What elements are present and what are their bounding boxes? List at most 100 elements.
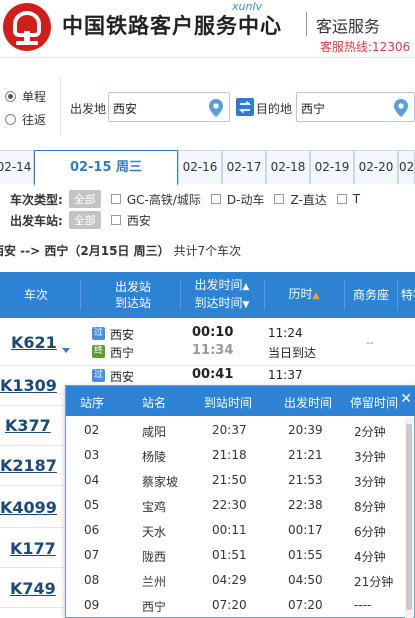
from-label: 出发地 bbox=[70, 102, 107, 116]
passing-station-icon: 过 bbox=[92, 369, 105, 382]
train-number-link[interactable]: K177 bbox=[10, 539, 56, 558]
divider bbox=[60, 78, 61, 136]
route-summary: 西安 --> 西宁（2月15日 周三） bbox=[0, 244, 170, 258]
stop-list-scrollbar[interactable] bbox=[405, 418, 413, 618]
stop-arrive-time: 22:30 bbox=[212, 498, 247, 512]
date-tab-0215-active[interactable]: 02-15 周三 bbox=[34, 150, 178, 186]
col-arrive-time: 到站时间 bbox=[204, 396, 253, 410]
col-divider bbox=[264, 280, 265, 310]
stop-stay-time: 8分钟 bbox=[354, 500, 386, 514]
stop-seq: 09 bbox=[84, 598, 100, 612]
stop-list-header: 站序 站名 到站时间 出发时间 停留时间 ✕ bbox=[66, 386, 415, 416]
stop-arrive-time: 21:50 bbox=[212, 473, 247, 487]
date-tab-0219[interactable]: 02-19 bbox=[310, 150, 354, 184]
stop-row: 06 天水 00:11 00:17 6分钟 bbox=[66, 518, 406, 543]
stop-stay-time: 2分钟 bbox=[354, 425, 386, 439]
train-number-link[interactable]: K749 bbox=[10, 579, 56, 598]
col-arrive-time-label: 到达时间 bbox=[194, 296, 243, 310]
close-icon[interactable]: ✕ bbox=[400, 391, 412, 407]
to-label: 目的地 bbox=[256, 102, 293, 116]
train-number-link[interactable]: K377 bbox=[5, 416, 51, 435]
from-station: 西安 bbox=[110, 370, 135, 384]
col-station-name: 站名 bbox=[142, 396, 167, 410]
stop-station-name: 宝鸡 bbox=[142, 500, 167, 514]
results-table-header: 车次 出发站 到达站 出发时间▲ 到达时间▼ 历时▲ 商务座 特等 bbox=[0, 272, 415, 318]
departure-station-filter: 出发车站: 全部 西安 bbox=[10, 211, 161, 229]
date-tab-0221[interactable]: 02-2 bbox=[398, 150, 415, 184]
stop-station-name: 天水 bbox=[142, 525, 167, 539]
col-time[interactable]: 出发时间▲ 到达时间▼ bbox=[182, 272, 262, 318]
stop-station-name: 陇西 bbox=[142, 550, 167, 564]
filter-d-checkbox[interactable]: D-动车 bbox=[210, 191, 265, 208]
radio-one-way[interactable]: 单程 bbox=[5, 88, 46, 105]
to-station-value: 西宁 bbox=[301, 102, 326, 116]
station-all-button[interactable]: 全部 bbox=[68, 211, 101, 229]
date-tab-0218[interactable]: 02-18 bbox=[266, 150, 310, 184]
stop-arrive-time: 01:51 bbox=[212, 548, 247, 562]
passing-station-icon: 过 bbox=[92, 327, 105, 340]
from-station: 西安 bbox=[110, 328, 135, 342]
checkbox-icon bbox=[110, 194, 121, 204]
col-depart-time: 出发时间 bbox=[284, 396, 333, 410]
site-title: 中国铁路客户服务中心 bbox=[62, 14, 282, 38]
stop-stay-time: 4分钟 bbox=[354, 550, 386, 564]
scroll-thumb[interactable] bbox=[406, 424, 412, 610]
filter-gc-checkbox[interactable]: GC-高铁/城际 bbox=[110, 191, 201, 208]
sort-active-up-icon: ▲ bbox=[312, 291, 320, 301]
stop-depart-time: 00:17 bbox=[288, 523, 323, 537]
col-duration[interactable]: 历时▲ bbox=[266, 272, 342, 318]
hotline-text: 客服热线:12306 bbox=[320, 40, 411, 54]
radio-round-trip-label: 往返 bbox=[22, 113, 47, 127]
stop-seq: 06 bbox=[84, 523, 100, 537]
checkbox-icon bbox=[274, 194, 285, 204]
filter-station-label: 西安 bbox=[126, 213, 151, 228]
stop-stay-time: 3分钟 bbox=[354, 475, 386, 489]
stop-list-toggle-icon[interactable] bbox=[62, 348, 70, 353]
train-number-link[interactable]: K2187 bbox=[0, 456, 57, 475]
train-count: 共计7个车次 bbox=[173, 244, 242, 258]
from-station-input[interactable]: 西安 bbox=[108, 92, 230, 122]
train-type-all-button[interactable]: 全部 bbox=[68, 190, 101, 208]
filter-z-checkbox[interactable]: Z-直达 bbox=[274, 191, 327, 208]
filter-t-checkbox[interactable]: T bbox=[336, 192, 360, 206]
table-row: K621 过 西安 终 西宁 00:10 11:34 11:24 当日到达 -- bbox=[0, 318, 415, 366]
filter-station-xian-checkbox[interactable]: 西安 bbox=[110, 212, 151, 229]
col-stay-time: 停留时间 bbox=[350, 396, 399, 410]
stop-station-name: 西宁 bbox=[142, 600, 167, 614]
to-station-input[interactable]: 西宁 bbox=[296, 92, 415, 122]
date-tab-0217[interactable]: 02-17 bbox=[222, 150, 266, 184]
stop-row: 08 兰州 04:29 04:50 21分钟 bbox=[66, 568, 406, 593]
site-header: 中国铁路客户服务中心 xunlv 客运服务 客服热线:12306 bbox=[0, 0, 415, 58]
filter-z-label: Z-直达 bbox=[290, 192, 327, 207]
filter-d-label: D-动车 bbox=[226, 192, 265, 207]
duration: 11:24 bbox=[268, 326, 303, 340]
stop-seq: 08 bbox=[84, 573, 100, 587]
date-tab-0216[interactable]: 02-16 bbox=[178, 150, 222, 184]
col-train-label: 车次 bbox=[23, 288, 48, 302]
sort-up-icon: ▲ bbox=[242, 282, 250, 292]
col-depart-time-label: 出发时间 bbox=[194, 278, 243, 292]
train-number-link[interactable]: K1309 bbox=[0, 376, 57, 395]
date-tab-0214[interactable]: 02-14 bbox=[0, 150, 34, 184]
train-number-link[interactable]: K621 bbox=[11, 333, 57, 352]
col-business-label: 商务座 bbox=[352, 288, 389, 302]
col-to-station-label: 到达站 bbox=[114, 296, 151, 310]
swap-stations-icon[interactable] bbox=[236, 98, 254, 116]
stop-arrive-time: 07:20 bbox=[212, 598, 247, 612]
stop-row: 09 西宁 07:20 07:20 ---- bbox=[66, 593, 406, 618]
date-tabs: 02-14 02-15 周三 02-16 02-17 02-18 02-19 0… bbox=[0, 150, 415, 186]
date-tab-0220[interactable]: 02-20 bbox=[354, 150, 398, 184]
stop-arrive-time: 20:37 bbox=[212, 423, 247, 437]
stop-seq: 03 bbox=[84, 448, 100, 462]
col-station[interactable]: 出发站 到达站 bbox=[88, 272, 178, 318]
stop-row: 03 杨陵 21:18 21:21 3分钟 bbox=[66, 443, 406, 468]
checkbox-icon bbox=[210, 194, 221, 204]
stop-arrive-time: 21:18 bbox=[212, 448, 247, 462]
radio-round-trip[interactable]: 往返 bbox=[5, 111, 46, 128]
col-duration-label: 历时 bbox=[288, 287, 313, 301]
train-number-link[interactable]: K4099 bbox=[0, 498, 57, 517]
stop-stay-time: 6分钟 bbox=[354, 525, 386, 539]
stop-depart-time: 22:38 bbox=[288, 498, 323, 512]
stop-station-name: 杨陵 bbox=[142, 450, 167, 464]
stop-depart-time: 20:39 bbox=[288, 423, 323, 437]
